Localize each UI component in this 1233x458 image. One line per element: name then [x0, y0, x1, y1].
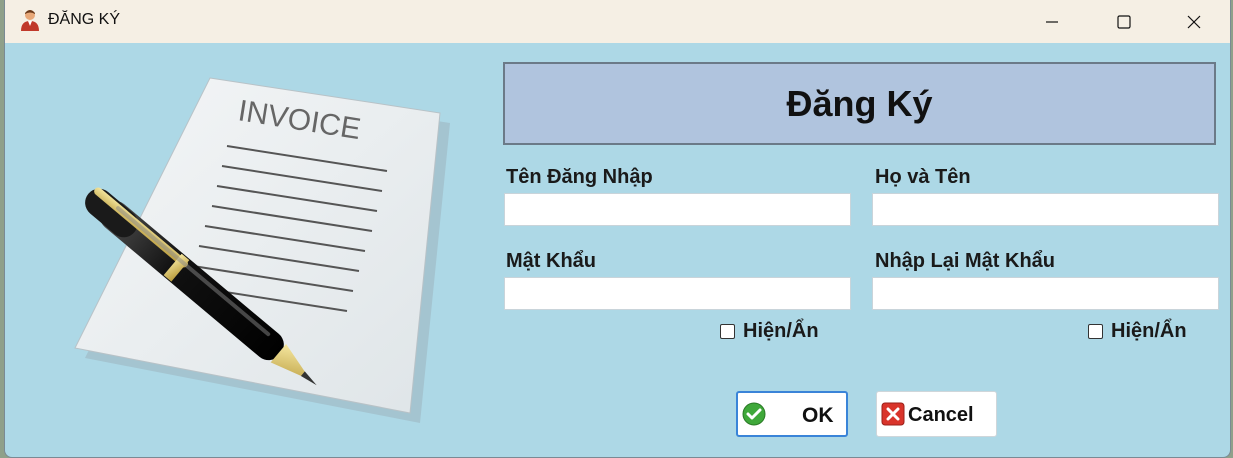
- username-input[interactable]: [504, 193, 851, 226]
- close-button[interactable]: [1159, 0, 1229, 43]
- cancel-button[interactable]: Cancel: [876, 391, 997, 437]
- cancel-label: Cancel: [908, 404, 974, 426]
- register-window: ĐĂNG KÝ INVOICE Đăng Ký Tên Đăng Nhập Họ…: [4, 0, 1231, 458]
- show-password-checkbox[interactable]: Hiện/Ẩn: [720, 320, 819, 343]
- checkbox-box[interactable]: [1088, 324, 1103, 339]
- invoice-pen-illustration: INVOICE: [74, 77, 450, 423]
- checkbox-box[interactable]: [720, 324, 735, 339]
- fullname-input[interactable]: [872, 193, 1219, 226]
- form-heading: Đăng Ký: [786, 82, 933, 124]
- cancel-x-icon: [881, 402, 905, 426]
- minimize-icon: [1046, 20, 1058, 23]
- show-password-label: Hiện/Ẩn: [743, 320, 819, 342]
- form-heading-box: Đăng Ký: [503, 62, 1216, 145]
- window-title: ĐĂNG KÝ: [48, 11, 121, 28]
- confirm-password-input[interactable]: [872, 277, 1219, 310]
- show-confirm-password-label: Hiện/Ẩn: [1111, 320, 1187, 342]
- password-label: Mật Khẩu: [506, 250, 596, 272]
- ok-label: OK: [802, 404, 834, 427]
- show-confirm-password-checkbox[interactable]: Hiện/Ẩn: [1088, 320, 1187, 343]
- title-bar[interactable]: ĐĂNG KÝ: [5, 0, 1230, 43]
- password-input[interactable]: [504, 277, 851, 310]
- minimize-button[interactable]: [1017, 0, 1087, 43]
- close-icon: [1187, 15, 1201, 28]
- checkmark-icon: [742, 402, 766, 426]
- ok-button[interactable]: OK: [736, 391, 848, 437]
- maximize-button[interactable]: [1089, 0, 1159, 43]
- confirm-password-label: Nhập Lại Mật Khẩu: [875, 250, 1056, 272]
- maximize-icon: [1117, 14, 1131, 29]
- fullname-label: Họ và Tên: [875, 166, 971, 188]
- username-label: Tên Đăng Nhập: [506, 166, 653, 188]
- user-icon: [21, 10, 39, 31]
